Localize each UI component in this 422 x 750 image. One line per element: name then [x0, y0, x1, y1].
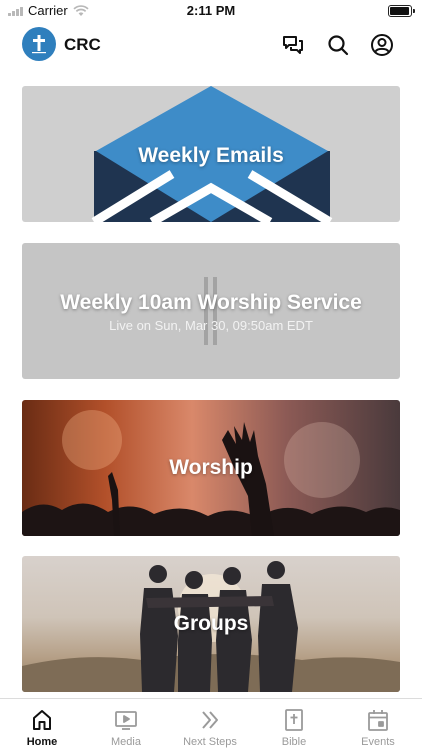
search-button[interactable] — [325, 32, 351, 58]
tab-label: Events — [361, 736, 395, 748]
card-title: Groups — [173, 612, 249, 635]
worship-service-card[interactable]: Weekly 10am Worship Service Live on Sun,… — [22, 243, 400, 379]
app-name: CRC — [64, 35, 101, 54]
chevrons-right-icon — [202, 711, 218, 729]
tab-bible[interactable]: Bible — [252, 699, 336, 750]
card-title: Worship — [169, 456, 253, 479]
logo-cross-icon — [32, 35, 46, 54]
media-icon — [115, 711, 137, 730]
tab-next-steps[interactable]: Next Steps — [168, 699, 252, 750]
tab-media[interactable]: Media — [84, 699, 168, 750]
home-icon — [33, 710, 51, 730]
church-logo[interactable] — [22, 27, 56, 61]
tab-events[interactable]: Events — [336, 699, 420, 750]
profile-button[interactable] — [369, 32, 395, 58]
tab-label: Bible — [281, 736, 307, 748]
tab-label: Home — [26, 736, 58, 748]
tab-label: Media — [111, 736, 141, 748]
status-bar: Carrier 2:11 PM — [0, 0, 422, 22]
card-subtitle: Live on Sun, Mar 30, 09:50am EDT — [109, 318, 313, 333]
weekly-emails-card[interactable]: Weekly Emails — [22, 86, 400, 222]
profile-icon — [371, 34, 393, 56]
tab-label: Next Steps — [183, 736, 237, 748]
chat-icon — [283, 36, 303, 54]
tab-home[interactable]: Home — [0, 699, 84, 750]
calendar-icon — [368, 710, 388, 731]
tab-bar: Home Media Next Steps Bible Events — [0, 698, 422, 750]
card-title: Weekly 10am Worship Service — [60, 291, 362, 314]
status-time: 2:11 PM — [186, 3, 236, 18]
battery-icon — [388, 5, 415, 17]
bible-icon — [285, 709, 303, 731]
worship-card[interactable]: Worship — [22, 400, 400, 536]
search-icon — [328, 35, 349, 56]
groups-card[interactable]: Groups — [22, 556, 400, 692]
battery-fill — [390, 7, 409, 15]
chat-button[interactable] — [280, 32, 306, 58]
card-title: Weekly Emails — [138, 144, 284, 167]
app-header: CRC — [0, 22, 422, 68]
